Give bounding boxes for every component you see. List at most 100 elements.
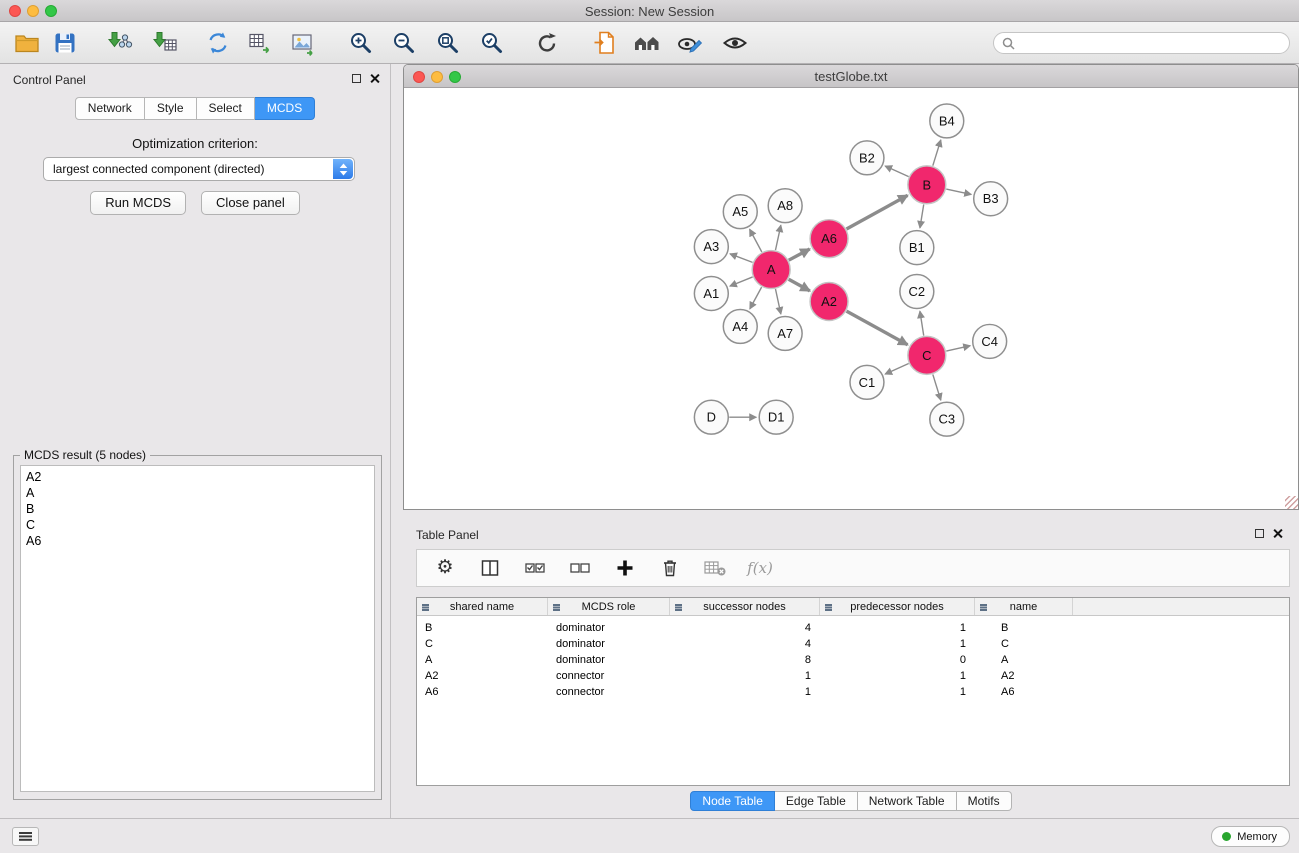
edge-A-A4[interactable] — [750, 287, 762, 309]
import-network-file-button[interactable] — [106, 29, 134, 57]
edge-A-A1[interactable] — [730, 277, 753, 286]
tab-mcds[interactable]: MCDS — [255, 97, 315, 120]
result-item[interactable]: A — [26, 485, 369, 501]
save-session-button[interactable] — [51, 29, 79, 57]
criterion-dropdown[interactable]: largest connected component (directed) — [43, 157, 355, 181]
node-C[interactable]: C — [908, 336, 946, 374]
table-row[interactable]: Bdominator41B — [417, 620, 1289, 636]
task-history-button[interactable] — [12, 827, 39, 846]
node-D[interactable]: D — [694, 400, 728, 434]
node-C3[interactable]: C3 — [930, 402, 964, 436]
node-A4[interactable]: A4 — [723, 309, 757, 343]
node-A5[interactable]: A5 — [723, 195, 757, 229]
tab-network-table[interactable]: Network Table — [858, 791, 957, 811]
show-columns-button[interactable] — [478, 556, 502, 580]
edge-A-A3[interactable] — [730, 254, 753, 263]
node-B3[interactable]: B3 — [974, 182, 1008, 216]
edge-A-A2[interactable] — [789, 279, 810, 291]
export-table-button[interactable] — [246, 29, 274, 57]
network-window-titlebar[interactable]: testGlobe.txt — [404, 65, 1298, 88]
node-A1[interactable]: A1 — [694, 277, 728, 311]
node-C1[interactable]: C1 — [850, 365, 884, 399]
open-session-button[interactable] — [13, 29, 41, 57]
select-all-columns-button[interactable] — [523, 556, 547, 580]
column-header[interactable]: predecessor nodes — [820, 598, 975, 615]
search-input[interactable] — [1020, 36, 1281, 50]
edge-A-A7[interactable] — [775, 289, 780, 314]
export-image-button[interactable] — [289, 29, 317, 57]
delete-column-button[interactable] — [658, 556, 682, 580]
column-header[interactable]: shared name — [417, 598, 548, 615]
tab-network[interactable]: Network — [75, 97, 145, 120]
import-document-button[interactable] — [591, 29, 619, 57]
edge-B-B2[interactable] — [885, 166, 909, 177]
zoom-fit-button[interactable] — [434, 29, 462, 57]
zoom-selected-button[interactable] — [478, 29, 506, 57]
edge-A2-C[interactable] — [847, 311, 908, 345]
node-B2[interactable]: B2 — [850, 141, 884, 175]
table-row[interactable]: Cdominator41C — [417, 636, 1289, 652]
run-mcds-button[interactable]: Run MCDS — [90, 191, 186, 215]
edge-B-B4[interactable] — [933, 140, 941, 166]
ndex-button[interactable] — [633, 29, 661, 57]
node-A2[interactable]: A2 — [810, 283, 848, 321]
resize-grip[interactable] — [1285, 496, 1298, 509]
node-B[interactable]: B — [908, 166, 946, 204]
edge-A6-B[interactable] — [847, 195, 908, 229]
edge-A-A6[interactable] — [789, 249, 810, 260]
edge-C-C3[interactable] — [933, 374, 941, 400]
node-A8[interactable]: A8 — [768, 189, 802, 223]
edge-A-A5[interactable] — [750, 229, 762, 252]
close-panel-button[interactable]: Close panel — [201, 191, 300, 215]
edge-A-A8[interactable] — [775, 225, 780, 250]
edit-annotations-button[interactable] — [676, 29, 704, 57]
tab-select[interactable]: Select — [197, 97, 255, 120]
edge-B-B1[interactable] — [920, 205, 924, 228]
tab-edge-table[interactable]: Edge Table — [775, 791, 858, 811]
search-box[interactable] — [993, 32, 1290, 54]
tab-style[interactable]: Style — [145, 97, 197, 120]
memory-button[interactable]: Memory — [1211, 826, 1290, 847]
tab-node-table[interactable]: Node Table — [690, 791, 775, 811]
column-header[interactable]: MCDS role — [548, 598, 670, 615]
table-row[interactable]: A6connector11A6 — [417, 684, 1289, 700]
zoom-out-button[interactable] — [390, 29, 418, 57]
node-B4[interactable]: B4 — [930, 104, 964, 138]
mcds-result-list[interactable]: A2ABCA6 — [20, 465, 375, 792]
edge-C-C4[interactable] — [946, 346, 970, 351]
node-A[interactable]: A — [752, 251, 790, 289]
function-builder-button[interactable]: f(x) — [748, 556, 772, 580]
network-tools-button[interactable] — [204, 29, 232, 57]
table-settings-button[interactable]: ⚙ — [433, 556, 457, 580]
network-canvas[interactable]: B4B2BB3A8A5A6A3B1AC2A1A2A4A7C4CC1C3DD1 — [404, 88, 1298, 509]
result-item[interactable]: B — [26, 501, 369, 517]
result-item[interactable]: C — [26, 517, 369, 533]
table-row[interactable]: A2connector11A2 — [417, 668, 1289, 684]
column-header[interactable]: successor nodes — [670, 598, 820, 615]
column-header[interactable]: name — [975, 598, 1073, 615]
deselect-all-columns-button[interactable] — [568, 556, 592, 580]
delete-table-button[interactable] — [703, 556, 727, 580]
add-column-button[interactable] — [613, 556, 637, 580]
node-A6[interactable]: A6 — [810, 220, 848, 258]
node-C2[interactable]: C2 — [900, 275, 934, 309]
node-D1[interactable]: D1 — [759, 400, 793, 434]
node-A7[interactable]: A7 — [768, 316, 802, 350]
edge-B-B3[interactable] — [946, 189, 971, 194]
float-table-panel-icon[interactable] — [1255, 529, 1264, 538]
table-row[interactable]: Adominator80A — [417, 652, 1289, 668]
result-item[interactable]: A6 — [26, 533, 369, 549]
refresh-view-button[interactable] — [533, 29, 561, 57]
result-item[interactable]: A2 — [26, 469, 369, 485]
tab-motifs[interactable]: Motifs — [957, 791, 1012, 811]
close-panel-icon[interactable] — [370, 73, 380, 83]
show-hide-button[interactable] — [721, 29, 749, 57]
node-A3[interactable]: A3 — [694, 230, 728, 264]
import-table-file-button[interactable] — [151, 29, 179, 57]
edge-C-C2[interactable] — [920, 311, 924, 335]
zoom-in-button[interactable] — [347, 29, 375, 57]
node-C4[interactable]: C4 — [973, 324, 1007, 358]
network-graph[interactable]: B4B2BB3A8A5A6A3B1AC2A1A2A4A7C4CC1C3DD1 — [404, 88, 1298, 509]
float-panel-icon[interactable] — [352, 74, 361, 83]
close-table-panel-icon[interactable] — [1273, 528, 1283, 538]
